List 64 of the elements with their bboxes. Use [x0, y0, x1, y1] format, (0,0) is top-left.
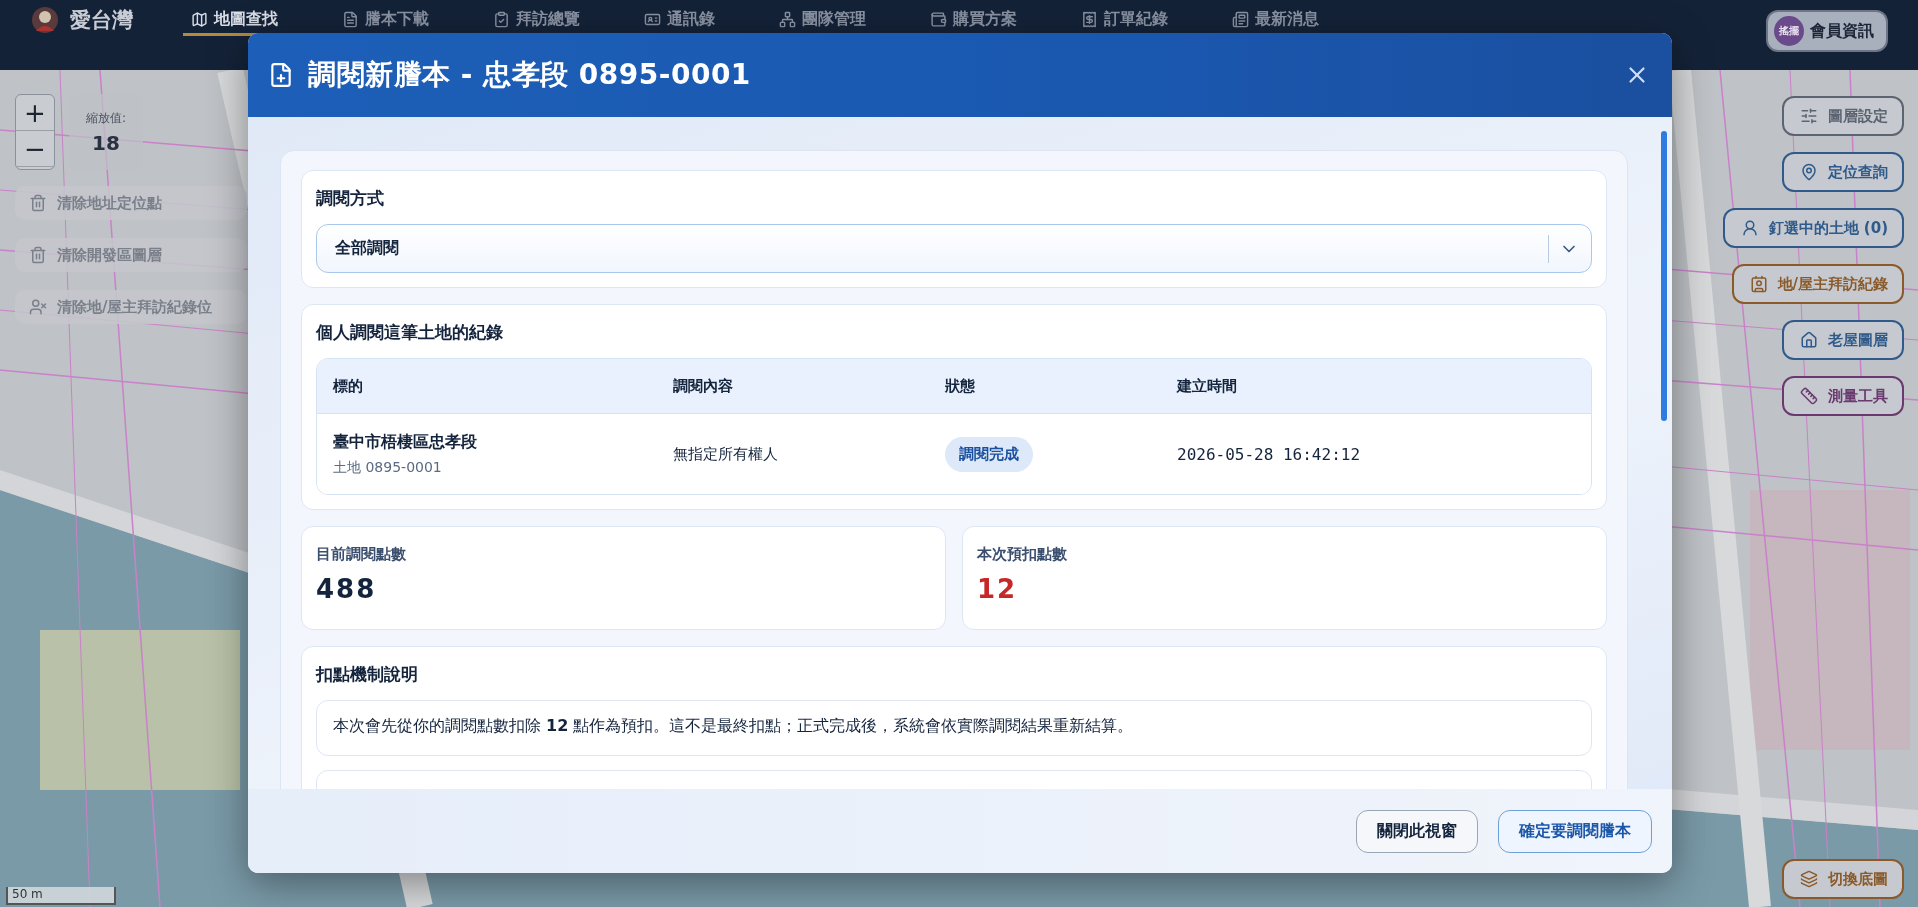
avatar-badge: 搖擺 — [1774, 16, 1804, 46]
network-icon — [779, 11, 796, 28]
nav-tab[interactable]: 購買方案 — [922, 6, 1025, 36]
ruler-icon — [1800, 387, 1818, 405]
close-button[interactable]: 關閉此視窗 — [1356, 809, 1478, 853]
document-icon — [342, 11, 359, 28]
confirm-button[interactable]: 確定要調閱謄本 — [1498, 809, 1652, 853]
pin-icon — [1800, 163, 1818, 181]
table-cell-text: 2026-05-28 16:42:12 — [1177, 444, 1362, 464]
map-icon — [191, 11, 208, 28]
zoom-out-button[interactable]: − — [16, 131, 54, 167]
zoom-value: 18 — [92, 130, 120, 155]
status-badge: 調閱完成 — [945, 436, 1033, 472]
nav-tab[interactable]: 謄本下載 — [334, 6, 437, 36]
trash-icon — [29, 194, 47, 212]
scrollbar-thumb[interactable] — [1661, 131, 1667, 421]
newspaper-icon — [1232, 11, 1249, 28]
nav-tab[interactable]: 訂單紀錄 — [1073, 6, 1176, 36]
member-button[interactable]: 搖擺 會員資訊 — [1766, 10, 1888, 52]
trash-icon — [29, 246, 47, 264]
app-logo-text: 愛台灣 — [70, 7, 133, 34]
dialog-title: 調閱新謄本 - 忠孝段 0895-0001 — [308, 57, 752, 93]
basemap-button[interactable]: 切換底圖 — [1782, 859, 1904, 899]
table-cell-text: 無指定所有權人 — [673, 444, 779, 464]
zoom-label: 縮放值: — [85, 109, 126, 127]
map-tool-button[interactable]: 老屋圖層 — [1782, 320, 1904, 360]
layers-icon — [1800, 870, 1818, 888]
column-header: 建立時間 — [1177, 376, 1238, 396]
column-header: 調閱內容 — [673, 376, 734, 396]
map-tool-button[interactable]: 釘選中的土地 (0) — [1722, 208, 1904, 248]
note-text: 本次會先從你的調閱點數扣除 12 點作為預扣。這不是最終扣點；正式完成後，系統會依實際調閱結果重新結算。 — [316, 700, 1592, 756]
sliders-icon — [1800, 107, 1818, 125]
table-cell-text: 臺中市梧棲區忠孝段 — [333, 431, 478, 453]
user-remove-icon — [29, 298, 47, 316]
document-plus-icon — [268, 62, 294, 88]
method-select[interactable]: 全部調閱 — [316, 224, 1592, 273]
section-title: 調閱方式 — [316, 187, 385, 210]
section-title: 扣點機制說明 — [316, 663, 419, 686]
stat-label: 目前調閱點數 — [316, 545, 407, 564]
stat-value: 488 — [316, 574, 378, 604]
nav-tab[interactable]: 通訊錄 — [636, 6, 723, 36]
map-tool-button[interactable]: 定位查詢 — [1782, 152, 1904, 192]
nav-tab[interactable]: 拜訪總覽 — [485, 6, 588, 36]
clipboard-icon — [493, 11, 510, 28]
receipt-icon — [1081, 11, 1098, 28]
nav-tab[interactable]: 最新消息 — [1224, 6, 1327, 36]
mascot-logo-icon — [30, 5, 60, 35]
house-icon — [1800, 331, 1818, 349]
zoom-in-button[interactable]: + — [16, 95, 54, 131]
map-tool-button[interactable]: 圖層設定 — [1782, 96, 1904, 136]
section-title: 個人調閱這筆土地的紀錄 — [316, 321, 504, 344]
wallet-icon — [930, 11, 947, 28]
map-tool-button[interactable]: 測量工具 — [1782, 376, 1904, 416]
person-icon — [1740, 219, 1759, 237]
stat-label: 本次預扣點數 — [977, 545, 1068, 564]
nav-tab[interactable]: 團隊管理 — [771, 6, 874, 36]
stat-value: 12 — [977, 574, 1019, 604]
column-header: 狀態 — [945, 376, 976, 396]
map-tool-button[interactable]: 地/屋主拜訪紀錄 — [1731, 264, 1904, 304]
column-header: 標的 — [333, 376, 364, 396]
id-card-icon — [644, 11, 661, 28]
scale-bar: 50 m — [6, 887, 116, 905]
table-cell-text: 土地 0895-0001 — [333, 458, 443, 477]
contact-icon — [1749, 275, 1768, 293]
